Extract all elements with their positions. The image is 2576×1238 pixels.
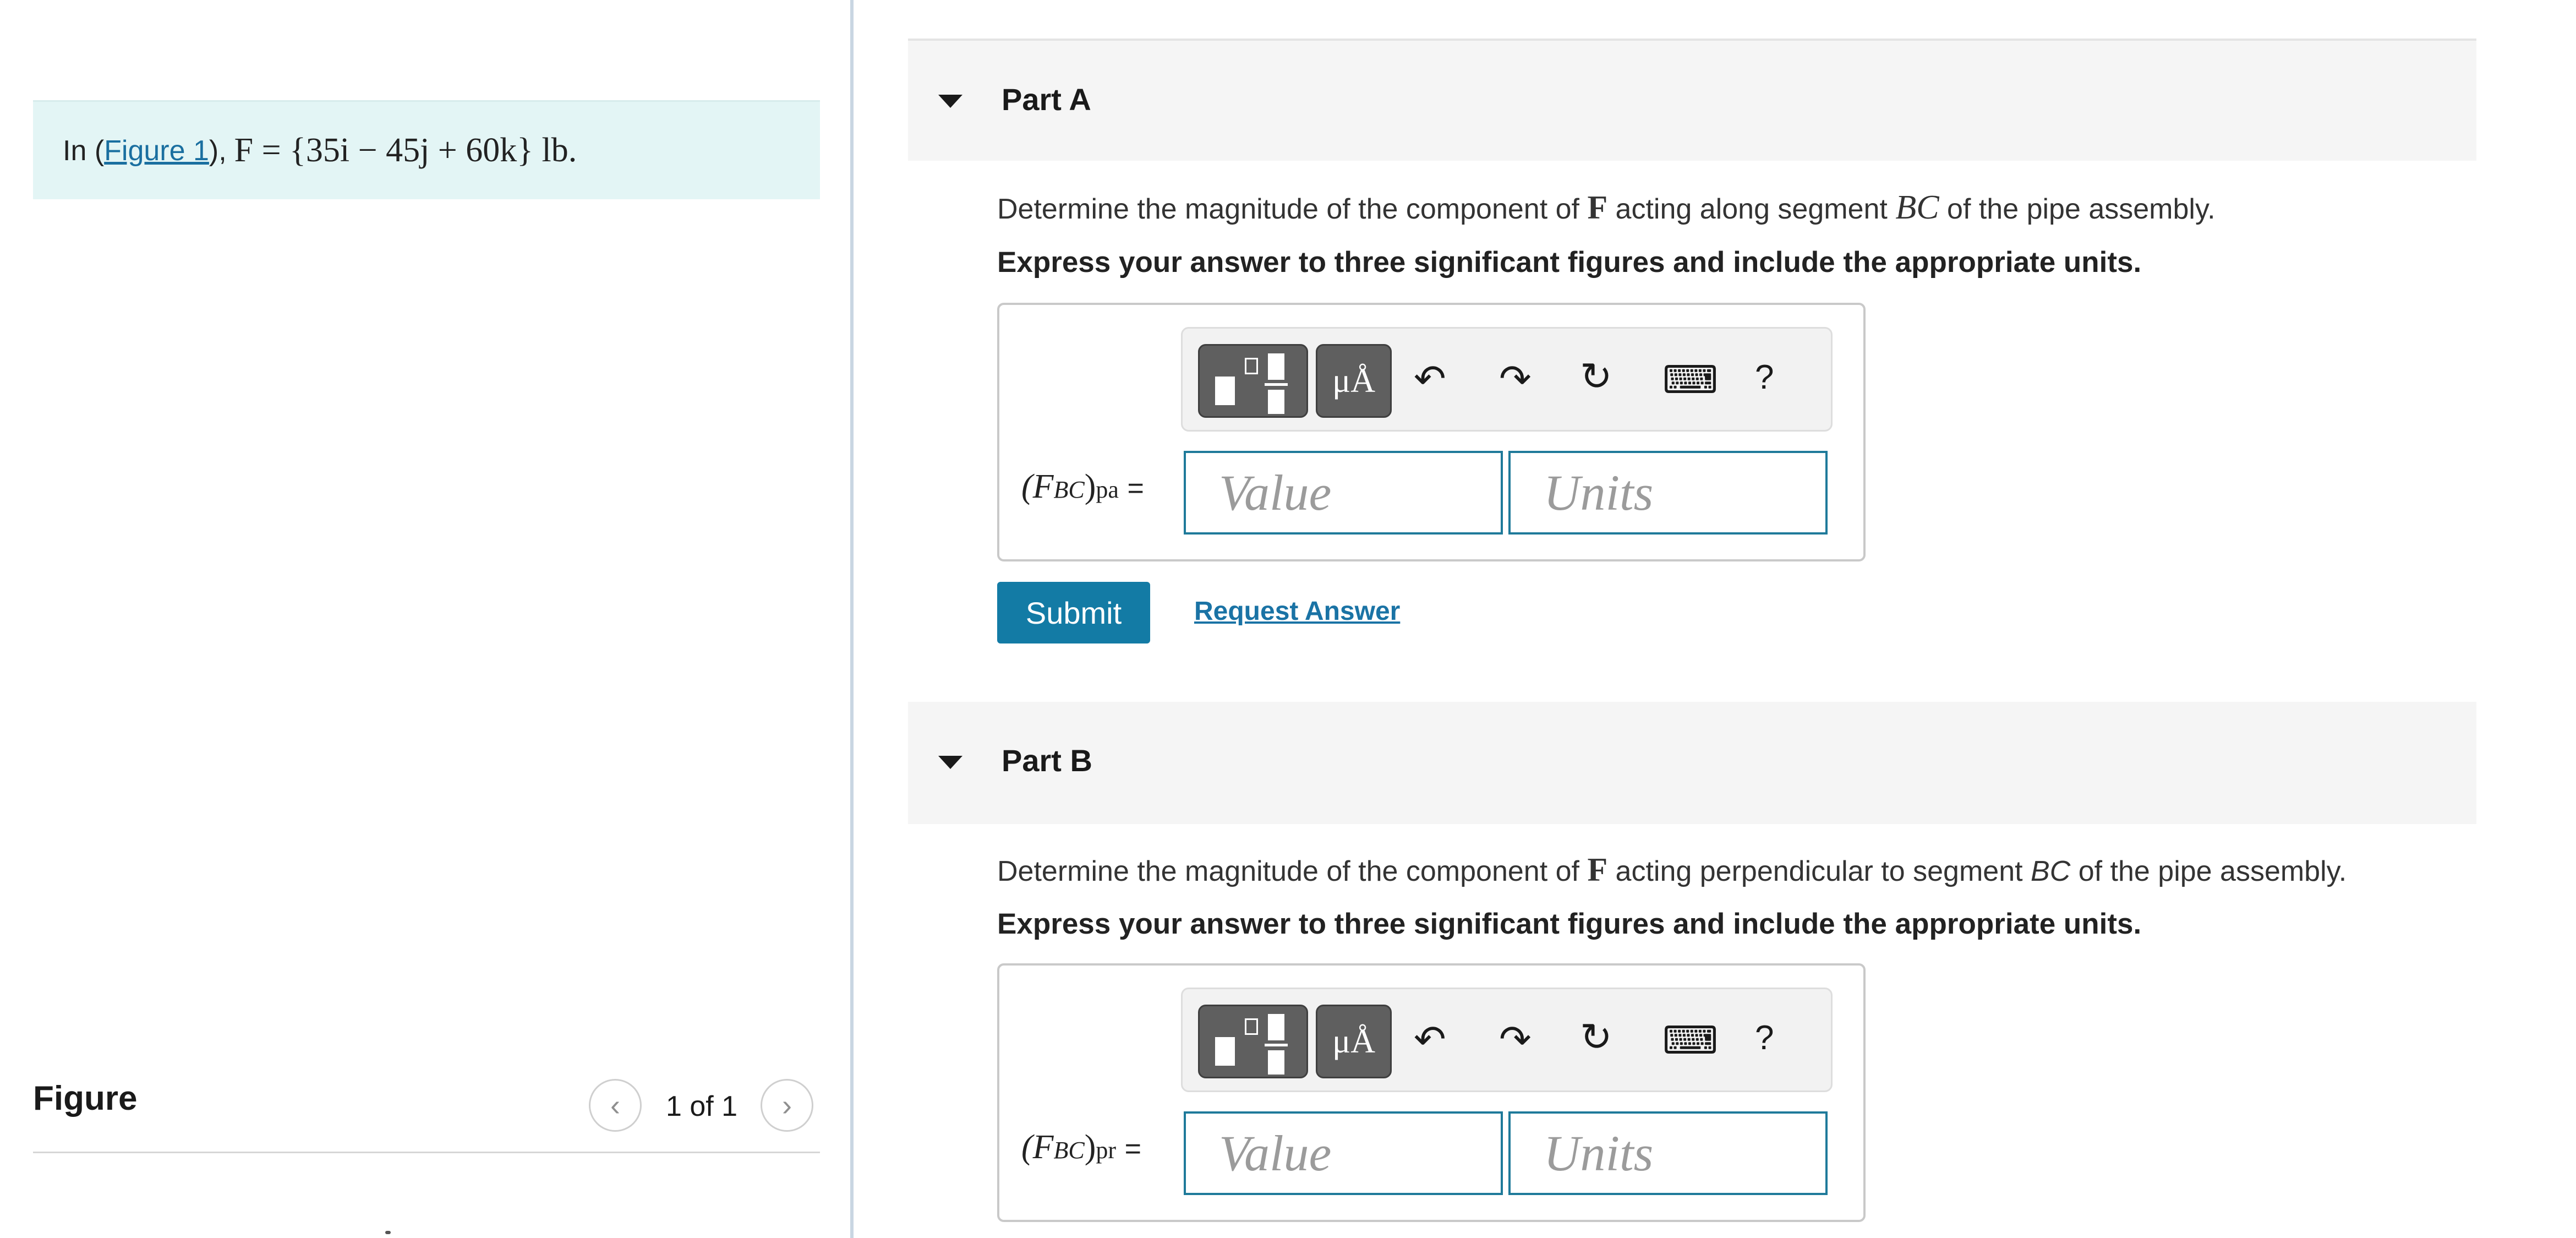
math-toolbar: μÅ ↶ ↷ ↻ ⌨ ? bbox=[1181, 327, 1833, 432]
collapse-triangle-icon bbox=[938, 756, 962, 769]
chevron-right-icon: › bbox=[782, 1089, 792, 1122]
redo-icon[interactable]: ↷ bbox=[1499, 359, 1532, 398]
intro-prefix: In ( bbox=[63, 134, 105, 167]
label-sub: BC bbox=[1053, 1137, 1085, 1164]
part-a-answer-label: (FBC)pa = bbox=[1021, 467, 1144, 506]
part-b-answer-box: μÅ ↶ ↷ ↻ ⌨ ? (FBC)pr = Value Units bbox=[997, 963, 1866, 1222]
reset-icon[interactable]: ↻ bbox=[1580, 357, 1612, 396]
submit-button[interactable]: Submit bbox=[997, 582, 1150, 643]
template-icon-fraction-top bbox=[1268, 1014, 1284, 1040]
previous-figure-button[interactable]: ‹ bbox=[589, 1079, 642, 1132]
math-toolbar: μÅ ↶ ↷ ↻ ⌨ ? bbox=[1181, 988, 1833, 1092]
label-f: (F bbox=[1021, 468, 1054, 505]
part-b-value-input[interactable]: Value bbox=[1184, 1111, 1503, 1195]
part-a-question: Determine the magnitude of the component… bbox=[997, 188, 2216, 227]
undo-icon[interactable]: ↶ bbox=[1414, 359, 1446, 398]
question-text: of the pipe assembly. bbox=[1947, 193, 2216, 225]
redo-icon[interactable]: ↷ bbox=[1499, 1020, 1532, 1059]
part-a-answer-box: μÅ ↶ ↷ ↻ ⌨ ? (FBC)pa = Value Units bbox=[997, 303, 1866, 561]
part-b-title: Part B bbox=[1002, 743, 1092, 778]
templates-button[interactable] bbox=[1198, 1005, 1308, 1078]
request-answer-link[interactable]: Request Answer bbox=[1194, 596, 1400, 626]
units-button[interactable]: μÅ bbox=[1316, 344, 1392, 418]
template-icon bbox=[1215, 377, 1235, 405]
part-b-instruction: Express your answer to three significant… bbox=[997, 908, 2142, 940]
segment-symbol: BC bbox=[2031, 855, 2071, 887]
help-icon[interactable]: ? bbox=[1755, 361, 1774, 395]
template-icon-box bbox=[1245, 358, 1258, 374]
template-icon bbox=[1215, 1037, 1235, 1066]
force-symbol: F bbox=[1587, 189, 1608, 226]
figure-title: Figure bbox=[33, 1079, 138, 1117]
template-icon-fraction-line bbox=[1265, 1044, 1288, 1046]
label-subscript: pr bbox=[1096, 1137, 1117, 1164]
part-b-question: Determine the magnitude of the component… bbox=[997, 851, 2347, 889]
part-b-header[interactable]: Part B bbox=[908, 702, 2476, 824]
question-text: acting perpendicular to segment bbox=[1615, 855, 2023, 887]
question-text: of the pipe assembly. bbox=[2078, 855, 2347, 887]
problem-statement: In ( Figure 1 ), F = {35i − 45j + 60k} l… bbox=[33, 100, 820, 199]
label-close: ) bbox=[1084, 1128, 1096, 1166]
panel-divider[interactable] bbox=[850, 0, 854, 1238]
part-a-instruction: Express your answer to three significant… bbox=[997, 246, 2142, 279]
units-button[interactable]: μÅ bbox=[1316, 1005, 1392, 1078]
problem-panel: In ( Figure 1 ), F = {35i − 45j + 60k} l… bbox=[0, 0, 850, 1238]
keyboard-icon[interactable]: ⌨ bbox=[1662, 1021, 1718, 1060]
question-text: acting along segment bbox=[1615, 193, 1888, 225]
template-icon-fraction-bottom bbox=[1268, 1050, 1284, 1075]
reset-icon[interactable]: ↻ bbox=[1580, 1018, 1612, 1056]
chevron-left-icon: ‹ bbox=[610, 1089, 620, 1122]
question-text: Determine the magnitude of the component… bbox=[997, 855, 1579, 887]
equals-sign: = bbox=[1124, 1133, 1141, 1165]
help-icon[interactable]: ? bbox=[1755, 1021, 1774, 1055]
figure-header: Figure ‹ 1 of 1 › bbox=[33, 1073, 820, 1153]
next-figure-button[interactable]: › bbox=[761, 1079, 813, 1132]
templates-button[interactable] bbox=[1198, 344, 1308, 418]
question-text: Determine the magnitude of the component… bbox=[997, 193, 1579, 225]
template-icon-fraction-bottom bbox=[1268, 390, 1284, 414]
segment-symbol: BC bbox=[1895, 189, 1939, 226]
force-symbol: F bbox=[1587, 852, 1608, 888]
label-sub: BC bbox=[1053, 476, 1085, 503]
label-f: (F bbox=[1021, 1128, 1054, 1166]
collapse-triangle-icon bbox=[938, 95, 962, 108]
template-icon-fraction-line bbox=[1265, 383, 1288, 386]
part-b-units-input[interactable]: Units bbox=[1508, 1111, 1828, 1195]
label-subscript: pa bbox=[1096, 476, 1119, 503]
undo-icon[interactable]: ↶ bbox=[1414, 1020, 1446, 1059]
force-expression: F = {35i − 45j + 60k} lb. bbox=[234, 132, 577, 169]
intro-suffix: ), bbox=[209, 134, 227, 167]
template-icon-box bbox=[1245, 1018, 1258, 1035]
keyboard-icon[interactable]: ⌨ bbox=[1662, 361, 1718, 399]
equals-sign: = bbox=[1127, 472, 1144, 504]
figure-counter: 1 of 1 bbox=[666, 1090, 738, 1122]
figure-image-fragment bbox=[385, 1231, 391, 1234]
part-a-units-input[interactable]: Units bbox=[1508, 451, 1828, 535]
part-a-title: Part A bbox=[1002, 82, 1091, 117]
part-b-answer-label: (FBC)pr = bbox=[1021, 1128, 1141, 1167]
template-icon-fraction-top bbox=[1268, 353, 1284, 380]
figure-link[interactable]: Figure 1 bbox=[104, 134, 209, 167]
label-close: ) bbox=[1084, 468, 1096, 505]
part-a-header[interactable]: Part A bbox=[908, 39, 2476, 161]
part-a-value-input[interactable]: Value bbox=[1184, 451, 1503, 535]
